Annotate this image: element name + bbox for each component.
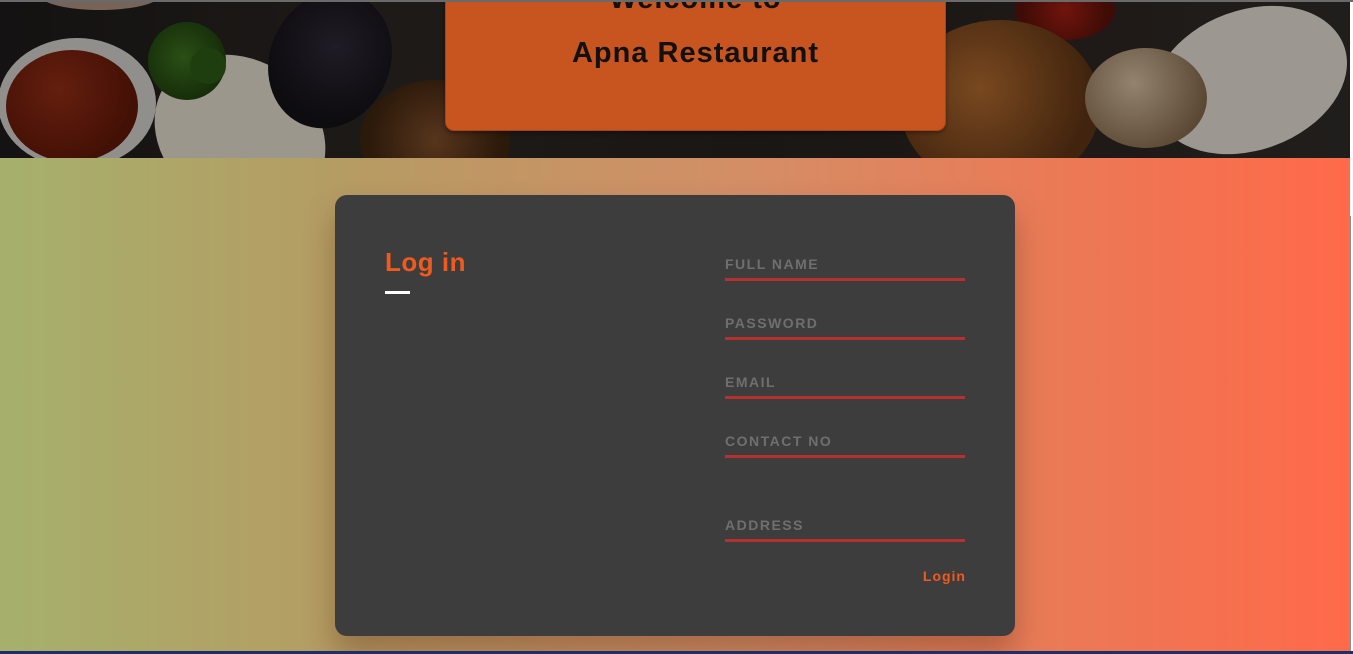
login-card: Log in Login [335, 195, 1015, 636]
email-input[interactable] [725, 369, 965, 395]
address-input[interactable] [725, 512, 965, 538]
email-field [725, 369, 965, 399]
top-border [0, 0, 1353, 2]
address-underline [725, 539, 965, 542]
contact-no-field [725, 428, 965, 458]
email-underline [725, 396, 965, 399]
title-underline [385, 291, 410, 294]
welcome-heading-line1: Welcome to [446, 0, 945, 16]
password-underline [725, 337, 965, 340]
full-name-input[interactable] [725, 251, 965, 277]
login-title: Log in [385, 247, 466, 277]
password-field [725, 310, 965, 340]
scrollbar-edge [1350, 216, 1351, 654]
contact-no-input[interactable] [725, 428, 965, 454]
login-button[interactable]: Login [910, 565, 966, 587]
password-input[interactable] [725, 310, 965, 336]
address-field [725, 512, 965, 542]
contact-no-underline [725, 455, 965, 458]
welcome-banner: Welcome to Apna Restaurant [445, 0, 946, 131]
welcome-heading-line2: Apna Restaurant [571, 37, 820, 69]
page: Welcome to Apna Restaurant Log in Login [0, 0, 1353, 654]
full-name-field [725, 251, 965, 281]
full-name-underline [725, 278, 965, 281]
